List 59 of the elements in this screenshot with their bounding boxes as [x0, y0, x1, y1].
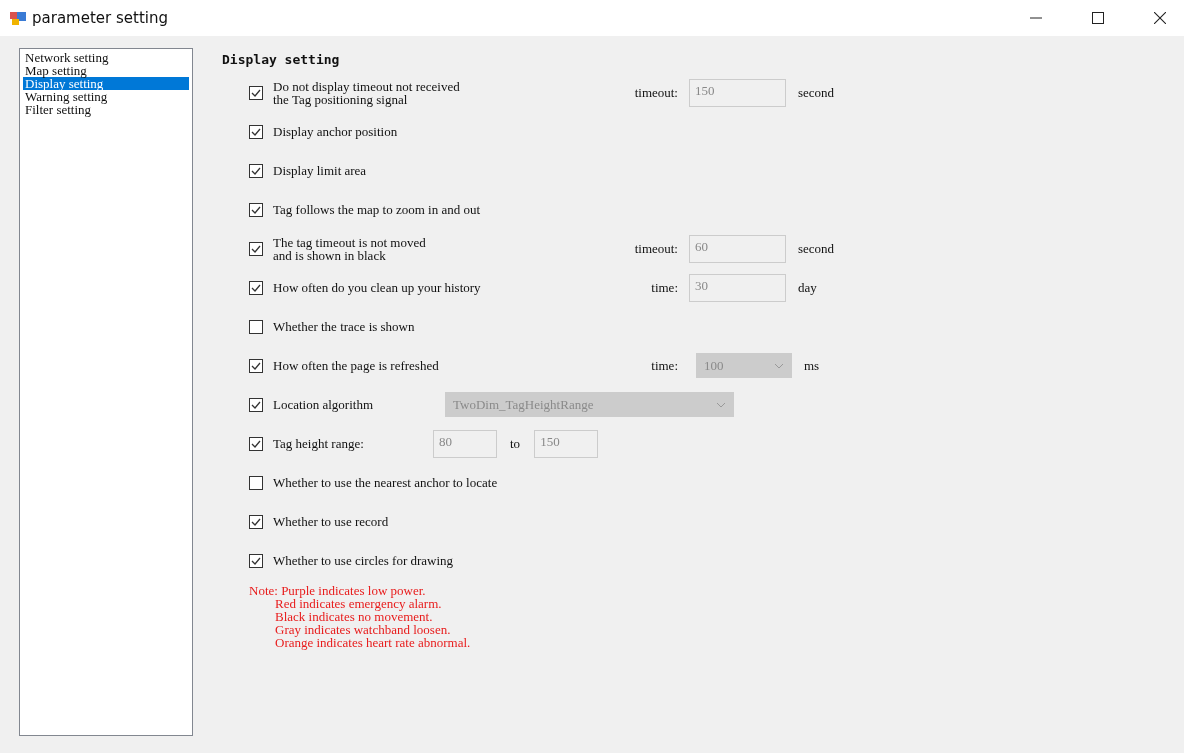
note-text: Note: Purple indicates low power.	[249, 584, 426, 597]
field-label: timeout:	[633, 84, 678, 101]
list-item[interactable]: Map setting	[23, 64, 189, 77]
field-label: timeout:	[633, 240, 678, 257]
list-item[interactable]: Network setting	[23, 51, 189, 64]
note-text: Orange indicates heart rate abnormal.	[274, 636, 471, 649]
section-title: Display setting	[222, 52, 341, 67]
dropdown[interactable]: 100	[696, 353, 792, 378]
checkbox-label: How often do you clean up your history	[273, 279, 482, 297]
list-item[interactable]: Warning setting	[23, 90, 189, 103]
checkbox-label: Whether to use circles for drawing	[273, 552, 454, 570]
unit-label: day	[798, 279, 817, 296]
checkbox-label: Tag follows the map to zoom in and out	[273, 201, 481, 219]
note-text: Red indicates emergency alarm.	[274, 597, 442, 610]
field-label: time:	[650, 357, 678, 374]
checkbox[interactable]	[249, 124, 263, 139]
caret-icon	[774, 362, 784, 369]
checkbox-label: Display anchor position	[273, 123, 398, 141]
checkbox[interactable]	[249, 241, 263, 256]
dropdown[interactable]: TwoDim_TagHeightRange	[445, 392, 734, 417]
checkbox[interactable]	[249, 397, 263, 412]
field-label: time:	[650, 279, 678, 296]
close-icon[interactable]	[1154, 12, 1166, 24]
input-field[interactable]: 30	[689, 273, 786, 302]
input-field[interactable]: 80	[433, 429, 497, 458]
list-item[interactable]: Display setting	[23, 77, 189, 90]
list-item[interactable]: Filter setting	[23, 103, 189, 116]
checkbox[interactable]	[249, 553, 263, 568]
range-separator: to	[510, 435, 521, 452]
checkbox[interactable]	[249, 475, 263, 490]
checkbox[interactable]	[249, 85, 263, 100]
checkbox[interactable]	[249, 358, 263, 373]
maximize-icon[interactable]	[1092, 12, 1104, 24]
checkbox-label: The tag timeout is not moved and is shown in black	[273, 233, 427, 265]
note-text: Black indicates no movement.	[274, 610, 433, 623]
app-icon	[10, 10, 26, 26]
checkbox-label: Location algorithm	[273, 396, 374, 414]
input-field[interactable]: 150	[534, 429, 599, 458]
checkbox[interactable]	[249, 436, 263, 451]
unit-label: second	[798, 240, 835, 257]
unit-label: ms	[804, 357, 820, 374]
checkbox[interactable]	[249, 202, 263, 217]
checkbox-label: Whether the trace is shown	[273, 318, 415, 336]
checkbox[interactable]	[249, 280, 263, 295]
checkbox[interactable]	[249, 163, 263, 178]
note-text: Gray indicates watchband loosen.	[274, 623, 451, 636]
input-field[interactable]: 150	[689, 78, 786, 107]
checkbox[interactable]	[249, 514, 263, 529]
checkbox[interactable]	[249, 319, 263, 334]
input-field[interactable]: 60	[689, 234, 786, 263]
caret-icon	[716, 401, 726, 408]
checkbox-label: Whether to use record	[273, 513, 389, 531]
unit-label: second	[798, 84, 835, 101]
checkbox-label: Tag height range:	[273, 435, 365, 453]
checkbox-label: Whether to use the nearest anchor to locate	[273, 474, 498, 492]
checkbox-label: Display limit area	[273, 162, 367, 180]
checkbox-label: Do not display timeout not received the Tag positioning signal	[273, 77, 461, 109]
window-title: parameter setting	[32, 9, 168, 27]
checkbox-label: How often the page is refreshed	[273, 357, 440, 375]
